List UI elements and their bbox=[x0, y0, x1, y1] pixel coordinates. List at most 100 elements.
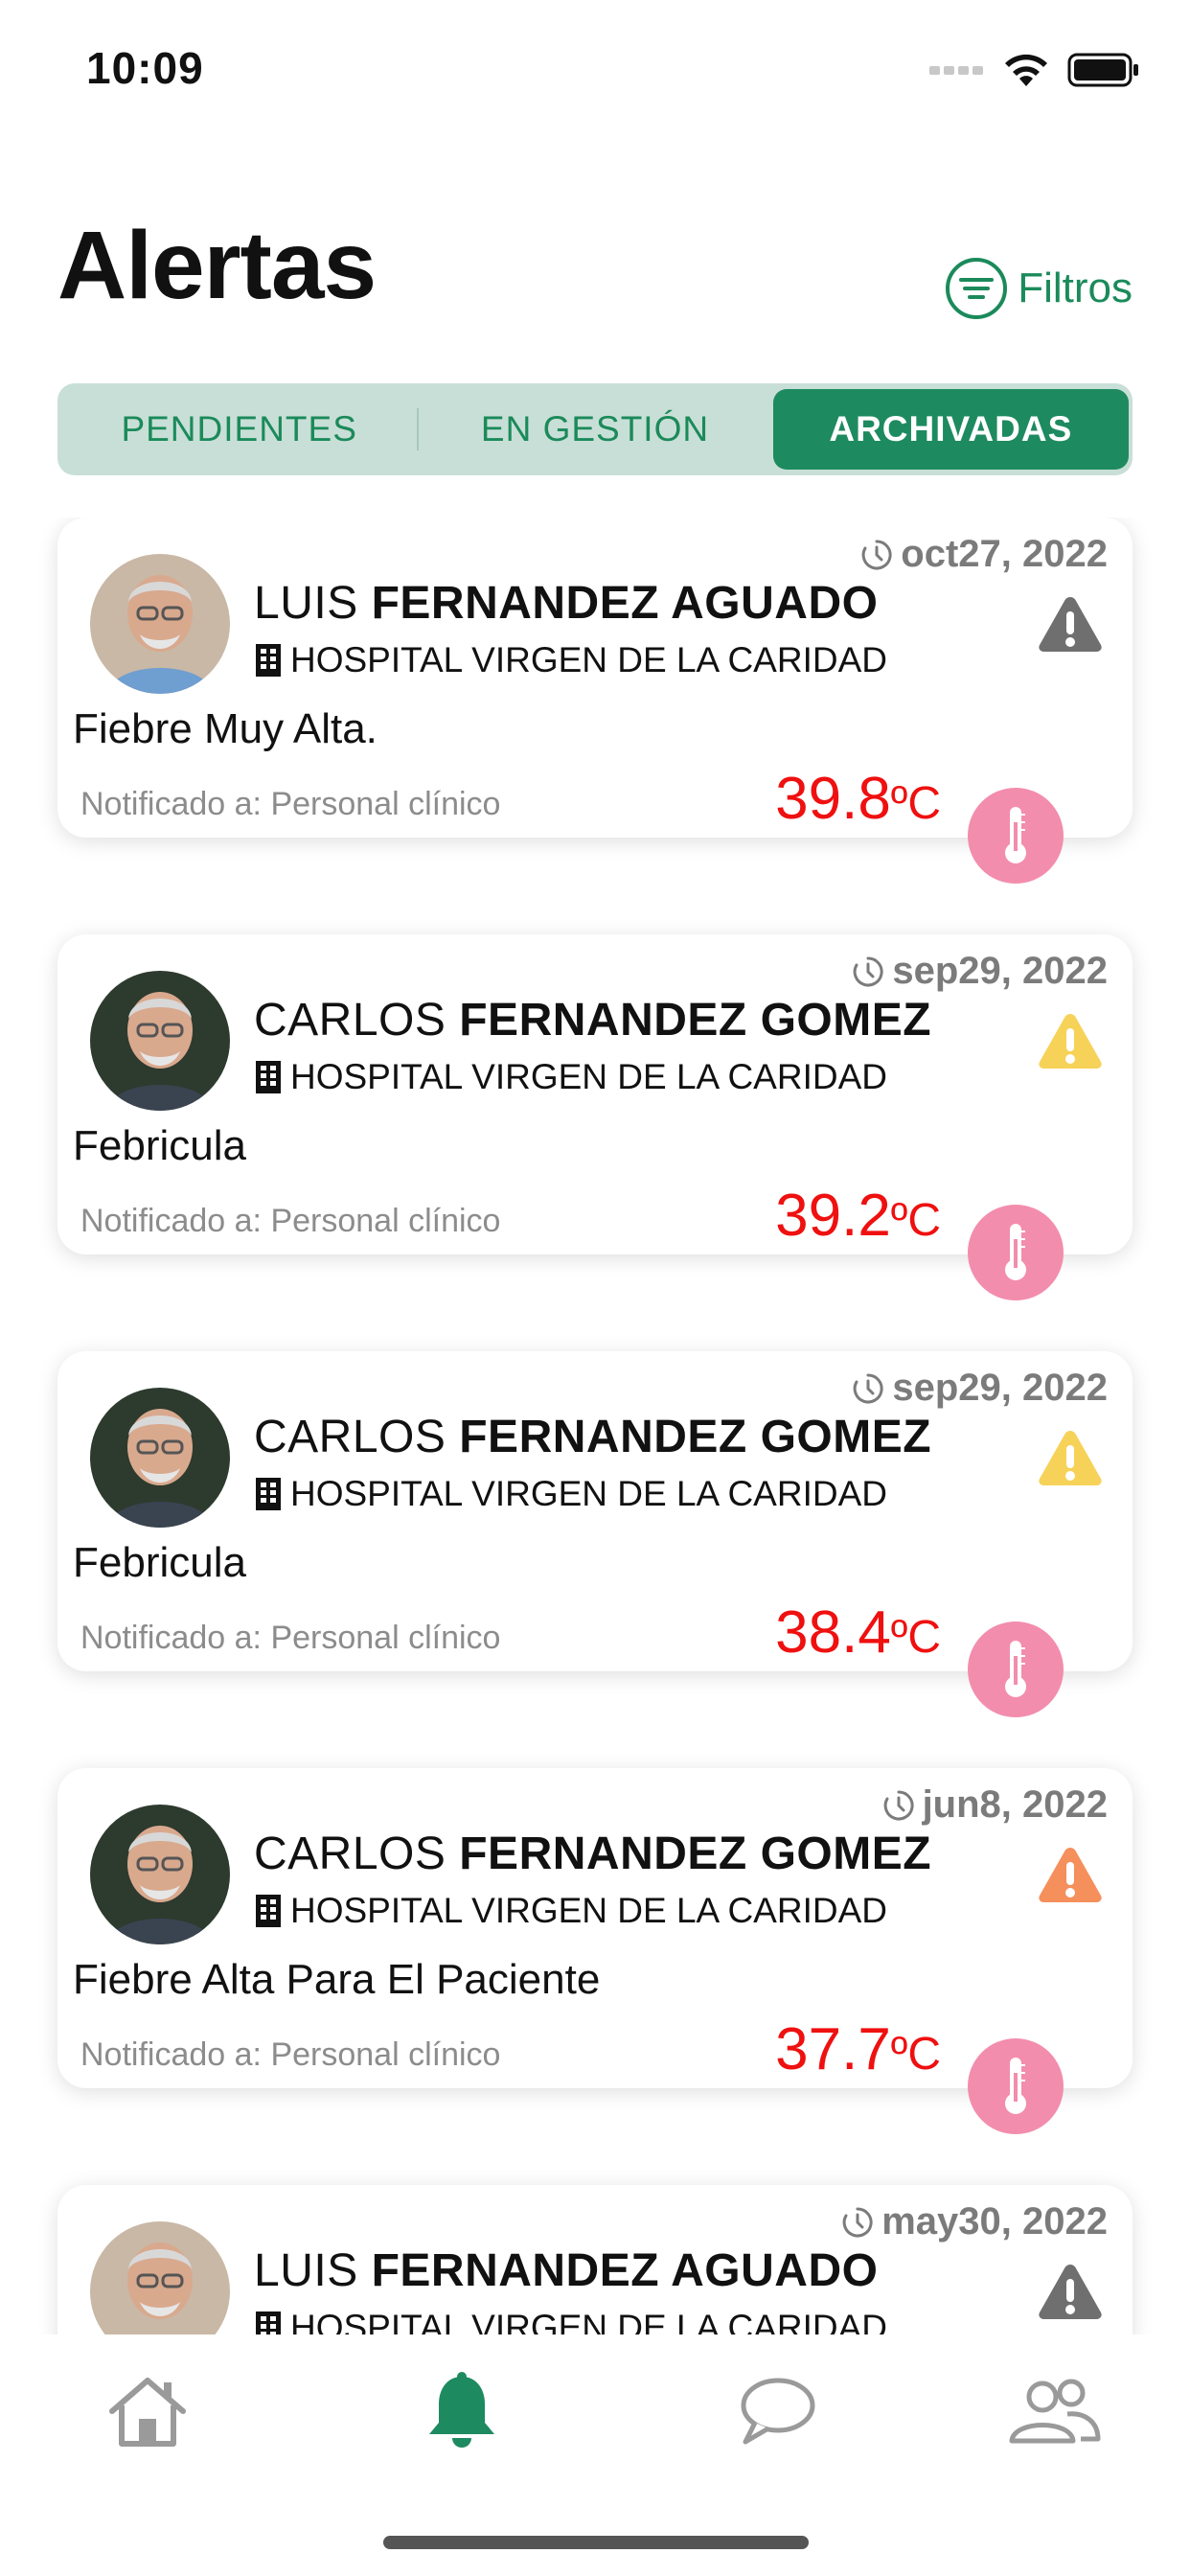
warning-icon bbox=[1039, 1848, 1102, 1902]
alert-date-text: may30, 2022 bbox=[881, 2200, 1108, 2242]
warning-icon bbox=[1039, 597, 1102, 652]
hospital-name: HOSPITAL VIRGEN DE LA CARIDAD bbox=[290, 1057, 887, 1096]
alert-description: Febricula bbox=[73, 1122, 246, 1169]
hospital-name: HOSPITAL VIRGEN DE LA CARIDAD bbox=[290, 1891, 887, 1930]
notified-to: Notificado a: Personal clínico bbox=[80, 1620, 501, 1656]
nav-alerts[interactable] bbox=[414, 2363, 510, 2459]
temperature-number: 39.8 bbox=[775, 766, 891, 832]
alert-card[interactable]: sep29, 2022 CARLOS FERNANDEZ GOMEZ HOSPI… bbox=[57, 1351, 1133, 1717]
warning-icon bbox=[1039, 1014, 1102, 1069]
hospital-line: HOSPITAL VIRGEN DE LA CARIDAD bbox=[254, 2308, 887, 2334]
alert-date-text: jun8, 2022 bbox=[922, 1783, 1108, 1826]
signal-icon bbox=[929, 66, 983, 75]
alert-date: may30, 2022 bbox=[841, 2200, 1108, 2243]
building-icon bbox=[256, 1895, 281, 1927]
temperature-number: 39.2 bbox=[775, 1183, 891, 1249]
tab-archivadas[interactable]: ARCHIVADAS bbox=[772, 389, 1129, 470]
hospital-line: HOSPITAL VIRGEN DE LA CARIDAD bbox=[254, 1474, 887, 1514]
hospital-line: HOSPITAL VIRGEN DE LA CARIDAD bbox=[254, 1057, 887, 1097]
patient-name: CARLOS FERNANDEZ GOMEZ bbox=[254, 1828, 931, 1880]
patient-first-name: CARLOS bbox=[254, 995, 446, 1046]
alert-card[interactable]: oct27, 2022 LUIS FERNANDEZ AGUADO HOSPIT… bbox=[57, 518, 1133, 884]
tab-en-gestion[interactable]: EN GESTIÓN bbox=[417, 389, 772, 470]
temperature-value: 37.7ºC bbox=[775, 2015, 941, 2083]
status-bar: 10:09 bbox=[0, 0, 1190, 144]
clock-icon bbox=[883, 1789, 914, 1820]
alert-description: Fiebre Alta Para El Paciente bbox=[73, 1956, 601, 2003]
patient-last-name: FERNANDEZ AGUADO bbox=[371, 2245, 879, 2296]
alert-date-text: oct27, 2022 bbox=[901, 533, 1108, 575]
thermometer-icon bbox=[1005, 807, 1026, 863]
clock-icon bbox=[861, 539, 892, 569]
temperature-value: 39.2ºC bbox=[775, 1182, 941, 1250]
temperature-number: 38.4 bbox=[775, 1599, 891, 1666]
patient-last-name: FERNANDEZ AGUADO bbox=[371, 578, 879, 629]
hospital-line: HOSPITAL VIRGEN DE LA CARIDAD bbox=[254, 640, 887, 680]
hospital-line: HOSPITAL VIRGEN DE LA CARIDAD bbox=[254, 1891, 887, 1931]
filters-label: Filtros bbox=[1018, 264, 1133, 311]
tab-bar: PENDIENTES EN GESTIÓN ARCHIVADAS bbox=[57, 383, 1133, 475]
clock-icon bbox=[854, 955, 883, 986]
notified-to: Notificado a: Personal clínico bbox=[80, 1203, 501, 1239]
alert-date: sep29, 2022 bbox=[852, 950, 1108, 993]
alert-list: oct27, 2022 LUIS FERNANDEZ AGUADO HOSPIT… bbox=[0, 518, 1190, 2334]
patient-name: CARLOS FERNANDEZ GOMEZ bbox=[254, 1411, 931, 1463]
alert-date-text: sep29, 2022 bbox=[892, 950, 1108, 992]
thermometer-badge[interactable] bbox=[968, 1622, 1064, 1717]
thermometer-icon bbox=[1005, 1224, 1026, 1280]
page-title: Alertas bbox=[57, 212, 377, 319]
warning-icon bbox=[1039, 2265, 1102, 2319]
alert-description: Fiebre Muy Alta. bbox=[73, 705, 378, 752]
alert-description: Febricula bbox=[73, 1539, 246, 1586]
alert-date: sep29, 2022 bbox=[852, 1367, 1108, 1410]
thermometer-icon bbox=[1005, 2058, 1026, 2114]
filters-button[interactable]: Filtros bbox=[945, 257, 1133, 320]
bell-icon bbox=[429, 2372, 494, 2448]
status-time: 10:09 bbox=[86, 43, 204, 93]
temperature-value: 39.8ºC bbox=[775, 765, 941, 833]
thermometer-badge[interactable] bbox=[968, 1205, 1064, 1300]
building-icon bbox=[256, 1478, 281, 1510]
notified-to: Notificado a: Personal clínico bbox=[80, 786, 501, 822]
temperature-unit: ºC bbox=[890, 778, 941, 829]
tab-pendientes[interactable]: PENDIENTES bbox=[61, 389, 417, 470]
temperature-unit: ºC bbox=[890, 1612, 941, 1663]
patient-first-name: LUIS bbox=[254, 578, 358, 629]
building-icon bbox=[256, 1061, 281, 1093]
patient-first-name: CARLOS bbox=[254, 1412, 446, 1462]
warning-icon bbox=[1039, 1431, 1102, 1485]
home-icon bbox=[109, 2378, 186, 2447]
patient-name: LUIS FERNANDEZ AGUADO bbox=[254, 577, 878, 630]
alert-date: oct27, 2022 bbox=[860, 533, 1108, 576]
chat-bubble-icon bbox=[741, 2378, 815, 2445]
patient-first-name: CARLOS bbox=[254, 1828, 446, 1879]
hospital-name: HOSPITAL VIRGEN DE LA CARIDAD bbox=[290, 1474, 887, 1513]
thermometer-badge[interactable] bbox=[968, 2038, 1064, 2134]
filter-icon bbox=[946, 258, 1008, 319]
patient-avatar bbox=[90, 1805, 230, 1944]
nav-users[interactable] bbox=[996, 2363, 1111, 2459]
alert-card[interactable]: sep29, 2022 CARLOS FERNANDEZ GOMEZ HOSPI… bbox=[57, 934, 1133, 1300]
alert-card[interactable]: may30, 2022 LUIS FERNANDEZ AGUADO HOSPIT… bbox=[57, 2185, 1133, 2334]
building-icon bbox=[256, 644, 281, 677]
clock-icon bbox=[842, 2206, 873, 2237]
temperature-value: 38.4ºC bbox=[775, 1598, 941, 1667]
alert-card[interactable]: jun8, 2022 CARLOS FERNANDEZ GOMEZ HOSPIT… bbox=[57, 1768, 1133, 2134]
patient-last-name: FERNANDEZ GOMEZ bbox=[459, 1412, 932, 1462]
thermometer-badge[interactable] bbox=[968, 788, 1064, 884]
hospital-name: HOSPITAL VIRGEN DE LA CARIDAD bbox=[290, 640, 887, 679]
thermometer-icon bbox=[1005, 1641, 1026, 1697]
patient-last-name: FERNANDEZ GOMEZ bbox=[459, 1828, 932, 1879]
alert-date: jun8, 2022 bbox=[882, 1783, 1108, 1827]
patient-avatar bbox=[90, 554, 230, 694]
status-icons bbox=[929, 52, 1140, 88]
patient-name: LUIS FERNANDEZ AGUADO bbox=[254, 2244, 878, 2297]
wifi-icon bbox=[1005, 54, 1047, 86]
temperature-unit: ºC bbox=[890, 1195, 941, 1246]
patient-first-name: LUIS bbox=[254, 2245, 358, 2296]
nav-home[interactable] bbox=[100, 2363, 195, 2459]
patient-avatar bbox=[90, 2221, 230, 2334]
nav-chat[interactable] bbox=[728, 2363, 824, 2459]
notified-to: Notificado a: Personal clínico bbox=[80, 2036, 501, 2073]
home-indicator[interactable] bbox=[383, 2536, 809, 2549]
